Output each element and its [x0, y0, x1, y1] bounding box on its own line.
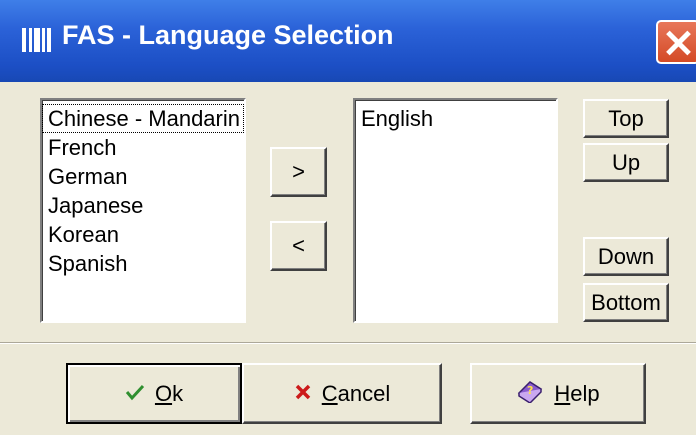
title-bar[interactable]: FAS - Language Selection — [0, 0, 696, 82]
cancel-label: ancel — [337, 380, 391, 406]
language-selection-dialog: FAS - Language Selection Chinese - Manda… — [0, 0, 696, 435]
ok-label: k — [172, 380, 184, 406]
window-title: FAS - Language Selection — [62, 20, 394, 50]
cancel-mnemonic: C — [321, 380, 338, 406]
list-item[interactable]: Japanese — [42, 191, 244, 220]
help-button[interactable]: ? Help — [470, 363, 646, 424]
ok-mnemonic: O — [154, 380, 173, 406]
list-item[interactable]: French — [42, 133, 244, 162]
checkmark-icon — [125, 381, 145, 407]
move-up-button[interactable]: Up — [583, 143, 669, 182]
remove-language-button[interactable]: < — [270, 221, 327, 271]
svg-text:?: ? — [527, 384, 533, 397]
move-top-button[interactable]: Top — [583, 99, 669, 138]
list-item[interactable]: Chinese - Mandarin — [42, 104, 244, 133]
help-label: elp — [570, 380, 600, 406]
fas-app-icon — [22, 24, 52, 56]
ok-button[interactable]: Ok — [66, 363, 242, 424]
available-languages-list[interactable]: Chinese - Mandarin French German Japanes… — [40, 98, 246, 323]
cancel-button[interactable]: Cancel — [242, 363, 442, 424]
x-icon — [294, 381, 312, 407]
list-item[interactable]: English — [355, 104, 556, 133]
help-book-icon: ? — [516, 379, 544, 409]
list-item[interactable]: Korean — [42, 220, 244, 249]
add-language-button[interactable]: > — [270, 147, 327, 197]
list-item[interactable]: German — [42, 162, 244, 191]
help-mnemonic: H — [554, 380, 571, 406]
selected-languages-list[interactable]: English — [353, 98, 558, 323]
move-bottom-button[interactable]: Bottom — [583, 283, 669, 322]
footer-divider — [0, 342, 696, 344]
list-item[interactable]: Spanish — [42, 249, 244, 278]
move-down-button[interactable]: Down — [583, 237, 669, 276]
close-button[interactable] — [656, 20, 696, 64]
